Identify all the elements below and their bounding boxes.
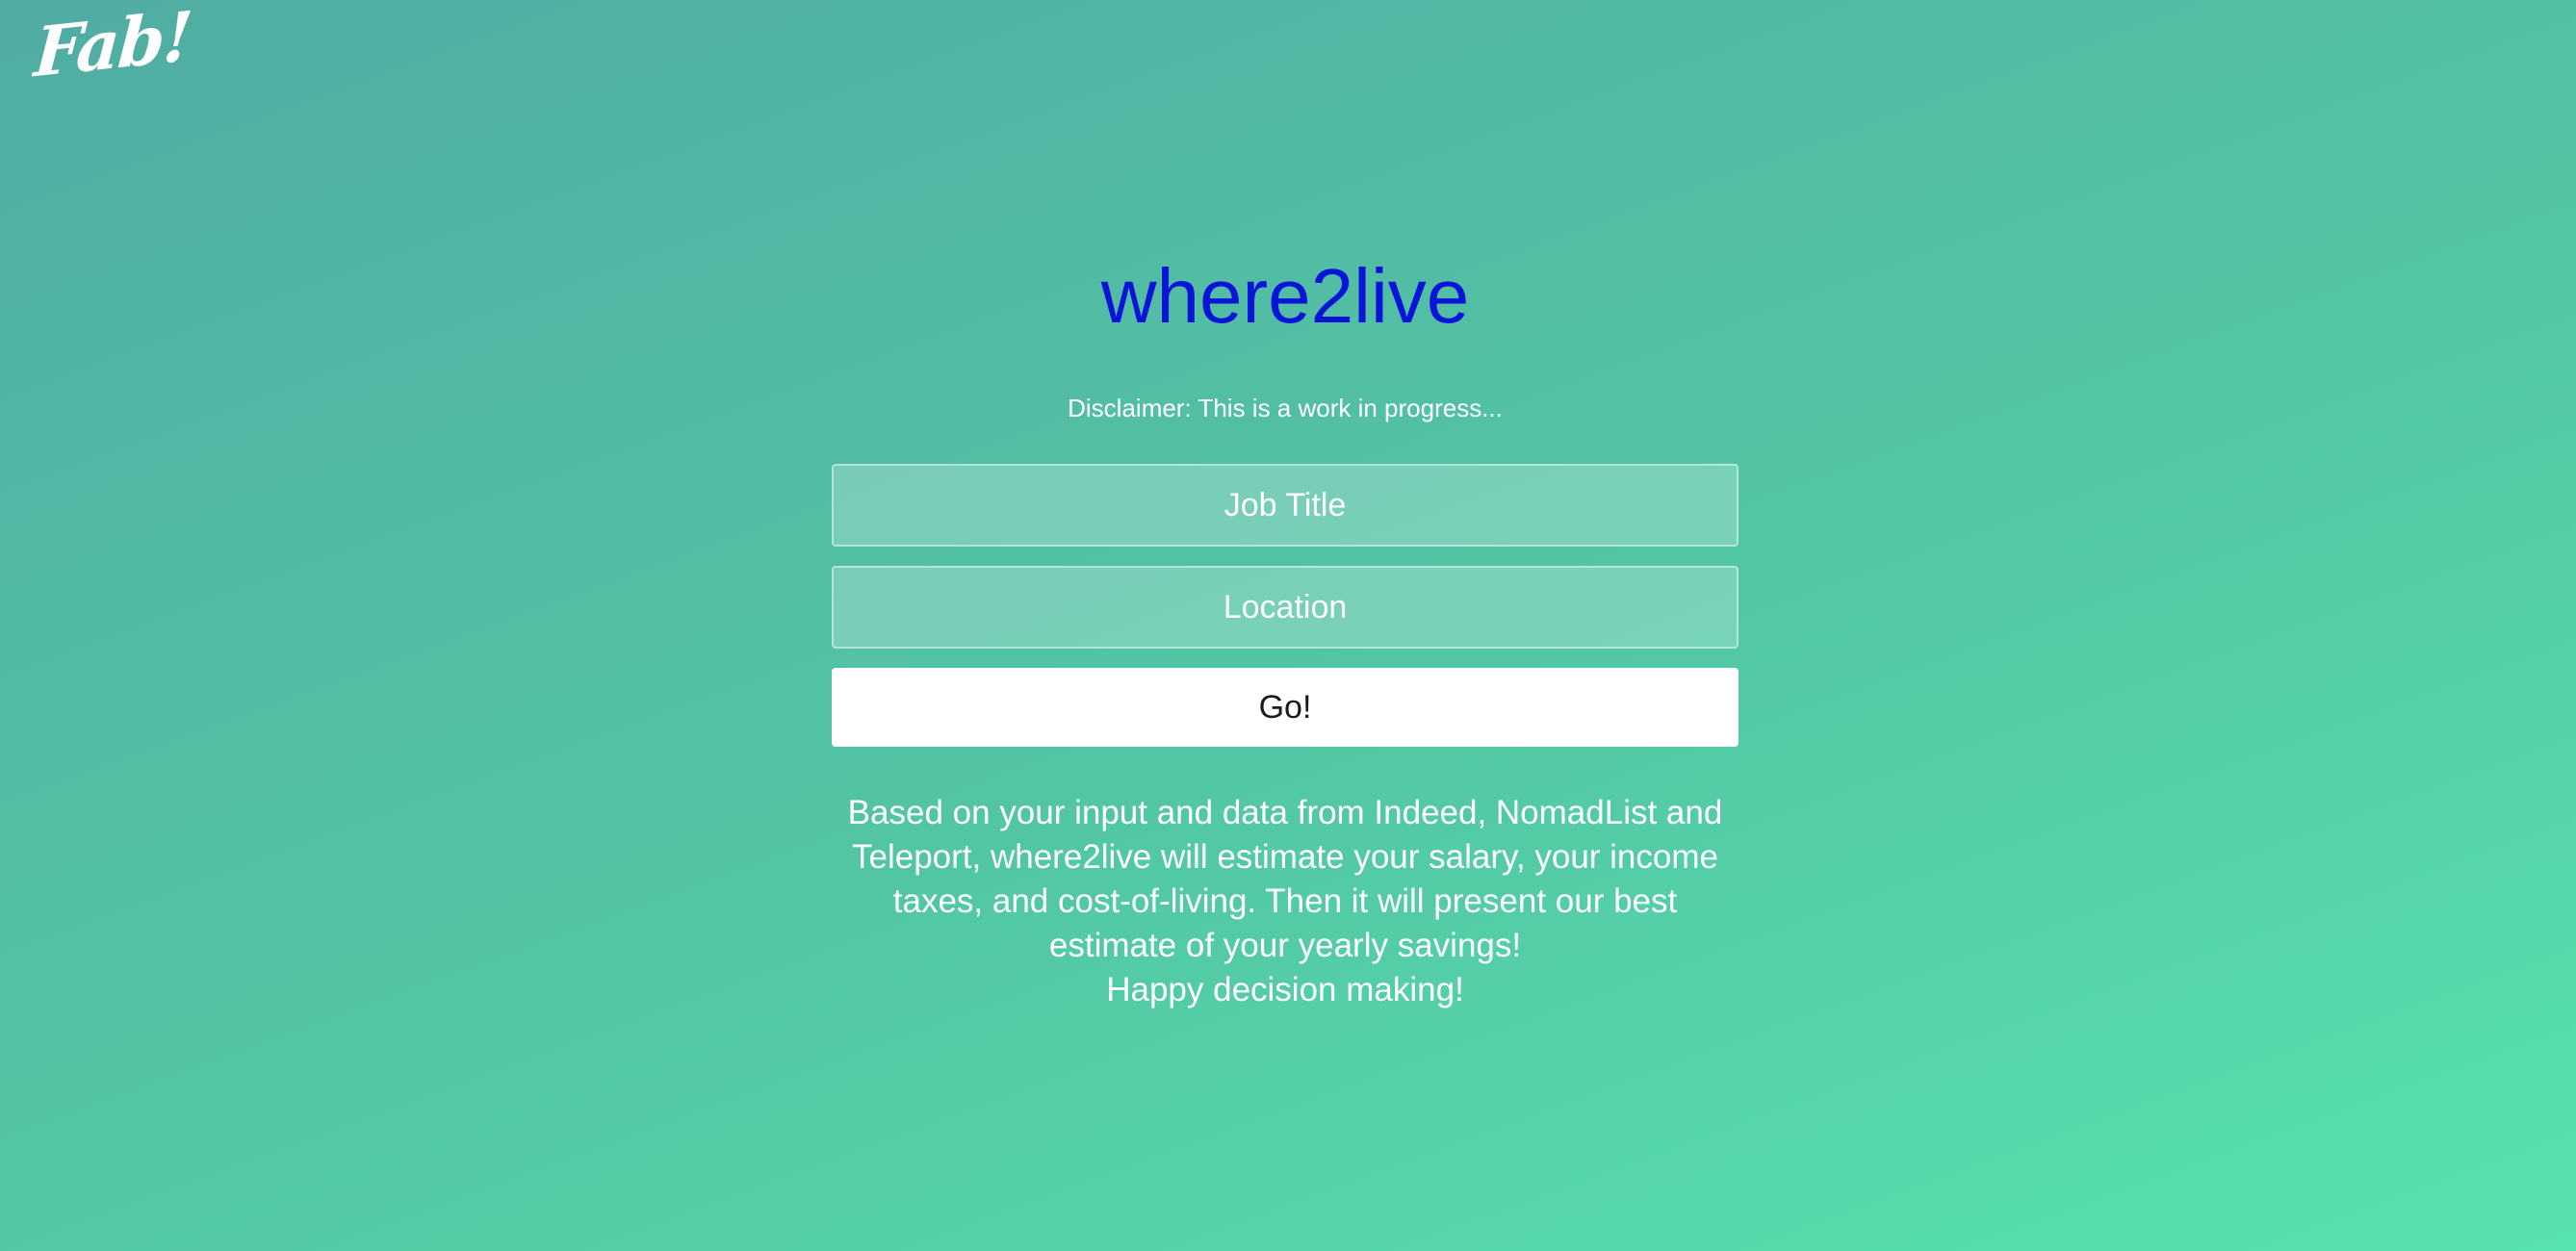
location-input[interactable]	[832, 566, 1739, 649]
description: Based on your input and data from Indeed…	[832, 791, 1739, 1012]
description-body: Based on your input and data from Indeed…	[847, 794, 1723, 964]
go-button[interactable]: Go!	[832, 668, 1739, 747]
page-title: where2live	[1100, 253, 1470, 339]
job-title-input[interactable]	[832, 464, 1739, 547]
disclaimer-text: Disclaimer: This is a work in progress..…	[1068, 394, 1503, 422]
description-closing: Happy decision making!	[1106, 971, 1464, 1008]
fab-logo[interactable]: Fab!	[32, 0, 193, 93]
